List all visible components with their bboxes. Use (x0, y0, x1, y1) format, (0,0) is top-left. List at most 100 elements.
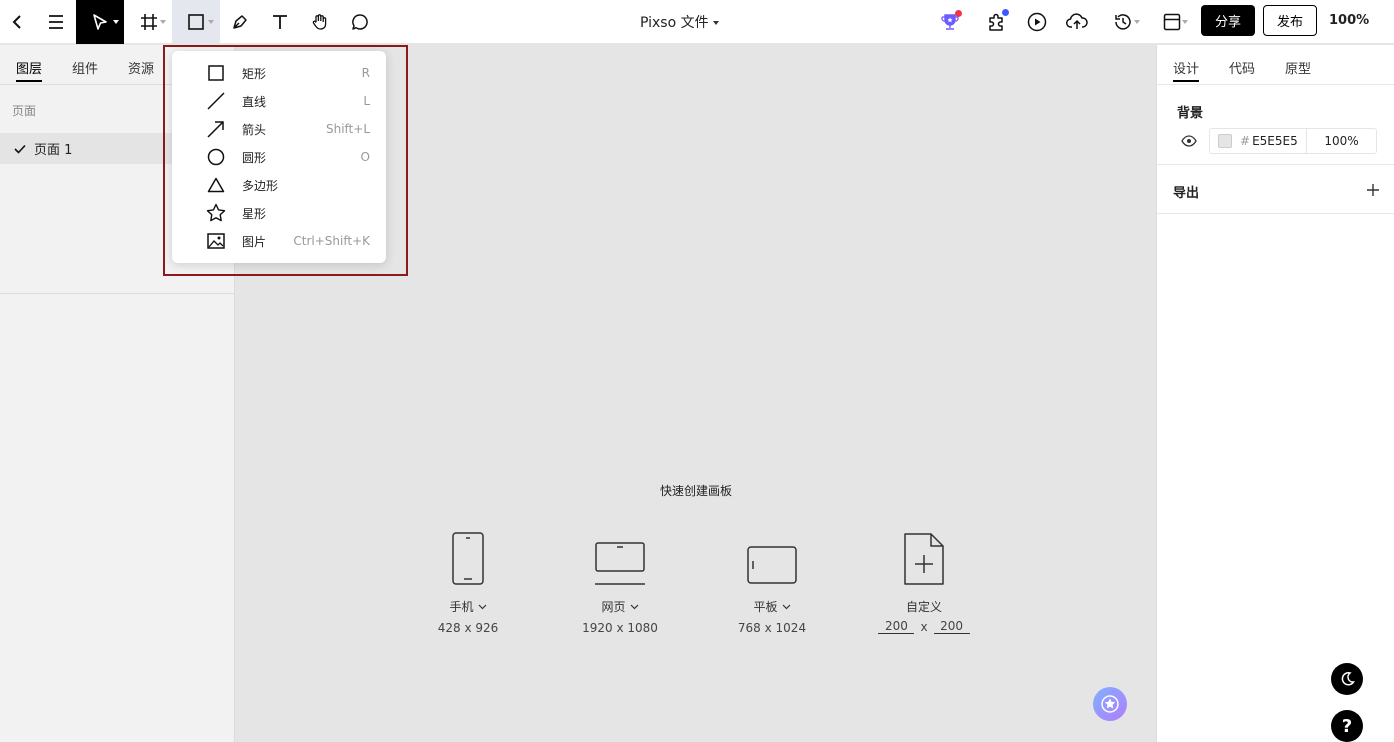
preset-tablet-size: 768 x 1024 (737, 621, 807, 635)
frame-tool-button[interactable] (128, 0, 170, 44)
menu-item-label: 星形 (242, 206, 267, 221)
menu-item-shortcut: R (361, 66, 370, 80)
top-toolbar: Pixso 文件 分享 发布 100% (0, 0, 1394, 44)
custom-size-separator: x (920, 620, 928, 634)
move-tool-button[interactable] (76, 0, 124, 44)
shape-tool-caret[interactable] (208, 20, 214, 24)
pen-icon (233, 15, 247, 29)
laptop-icon (595, 542, 645, 585)
eye-icon[interactable] (1181, 135, 1197, 147)
phone-icon (452, 532, 484, 585)
plus-icon[interactable] (1366, 183, 1380, 197)
menu-item-ellipse[interactable]: 圆形 O (172, 143, 386, 171)
dark-mode-button[interactable] (1331, 663, 1363, 695)
preset-phone-size: 428 x 926 (437, 621, 499, 635)
tab-prototype[interactable]: 原型 (1285, 58, 1311, 77)
menu-item-line[interactable]: 直线 L (172, 87, 386, 115)
preset-web[interactable]: 网页 1920 x 1080 (560, 530, 680, 635)
file-title-dropdown[interactable]: Pixso 文件 (640, 12, 719, 32)
history-button[interactable] (1104, 0, 1142, 44)
present-button[interactable] (1022, 0, 1052, 44)
background-color-field[interactable]: # E5E5E5 100% (1209, 128, 1377, 154)
preset-custom[interactable]: 自定义 200 x 200 (864, 530, 984, 634)
right-tabs: 设计 代码 原型 (1157, 45, 1394, 85)
menu-item-label: 矩形 (242, 66, 267, 81)
menu-item-star[interactable]: 星形 (172, 199, 386, 227)
menu-item-label: 图片 (242, 234, 267, 249)
background-hex-input[interactable]: E5E5E5 (1252, 134, 1298, 148)
menu-item-label: 箭头 (242, 122, 267, 137)
menu-item-polygon[interactable]: 多边形 (172, 171, 386, 199)
tab-components[interactable]: 组件 (72, 58, 98, 77)
rectangle-tool-icon (188, 14, 204, 30)
layout-button[interactable] (1152, 0, 1192, 44)
background-section-title: 背景 (1177, 106, 1204, 121)
tab-layers[interactable]: 图层 (16, 58, 43, 82)
menu-item-label: 圆形 (242, 150, 267, 165)
publish-button[interactable]: 发布 (1263, 5, 1317, 36)
history-icon (1115, 14, 1131, 30)
frame-icon (141, 14, 157, 30)
section-divider (1157, 213, 1394, 214)
layout-caret[interactable] (1182, 20, 1188, 24)
preset-custom-name: 自定义 (905, 600, 942, 614)
star-icon (206, 203, 226, 222)
custom-height-input[interactable]: 200 (933, 619, 970, 634)
hamburger-icon (49, 15, 63, 29)
add-file-icon (904, 533, 944, 585)
tab-code[interactable]: 代码 (1229, 58, 1255, 77)
main-menu-button[interactable] (40, 0, 72, 44)
chevron-down-icon (630, 604, 638, 609)
hex-prefix: # (1240, 134, 1251, 148)
zoom-level[interactable]: 100% (1329, 13, 1369, 28)
plugins-button[interactable] (982, 0, 1012, 44)
frame-tool-caret[interactable] (160, 20, 166, 24)
ai-assistant-button[interactable] (1093, 687, 1127, 721)
cursor-icon (93, 14, 107, 30)
star-badge-icon (1101, 695, 1119, 713)
menu-item-shortcut: Ctrl+Shift+K (293, 234, 370, 248)
back-button[interactable] (0, 0, 34, 44)
comment-icon (352, 14, 368, 30)
preset-phone[interactable]: 手机 428 x 926 (408, 530, 528, 635)
help-button[interactable]: ? (1331, 710, 1363, 742)
page-item-label: 页面 1 (34, 143, 73, 158)
menu-item-arrow[interactable]: 箭头 Shift+L (172, 115, 386, 143)
color-swatch[interactable] (1218, 134, 1232, 148)
chevron-down-icon (782, 604, 790, 609)
polygon-icon (207, 177, 225, 193)
preset-web-name: 网页 (601, 600, 626, 614)
hand-tool-button[interactable] (304, 0, 336, 44)
notification-dot (955, 10, 962, 17)
line-icon (207, 92, 225, 110)
plugins-badge-dot (1002, 9, 1009, 16)
arrow-icon (207, 121, 224, 138)
tab-design[interactable]: 设计 (1173, 58, 1200, 82)
move-tool-caret[interactable] (113, 20, 119, 24)
tab-assets[interactable]: 资源 (128, 58, 154, 77)
text-tool-button[interactable] (264, 0, 296, 44)
chevron-left-icon (12, 15, 21, 29)
trophy-button[interactable] (934, 0, 966, 44)
share-button[interactable]: 分享 (1201, 5, 1255, 36)
cloud-upload-icon (1066, 13, 1088, 29)
custom-width-input[interactable]: 200 (878, 619, 915, 634)
check-icon (14, 144, 26, 154)
menu-item-rectangle[interactable]: 矩形 R (172, 59, 386, 87)
section-divider (1157, 164, 1394, 165)
upload-button[interactable] (1062, 0, 1092, 44)
history-caret[interactable] (1134, 20, 1140, 24)
chevron-down-icon (712, 21, 719, 25)
preset-tablet[interactable]: 平板 768 x 1024 (712, 530, 832, 635)
shape-tool-button[interactable] (172, 0, 220, 44)
chevron-down-icon (478, 604, 486, 609)
menu-item-label: 多边形 (242, 178, 279, 193)
right-panel: 设计 代码 原型 背景 # E5E5E5 100% 导出 ? (1156, 45, 1394, 742)
layout-icon (1163, 13, 1181, 31)
pages-divider (0, 293, 234, 294)
menu-item-image[interactable]: 图片 Ctrl+Shift+K (172, 227, 386, 255)
comment-tool-button[interactable] (344, 0, 376, 44)
image-icon (207, 233, 225, 249)
background-opacity-input[interactable]: 100% (1306, 129, 1376, 153)
pen-tool-button[interactable] (224, 0, 256, 44)
